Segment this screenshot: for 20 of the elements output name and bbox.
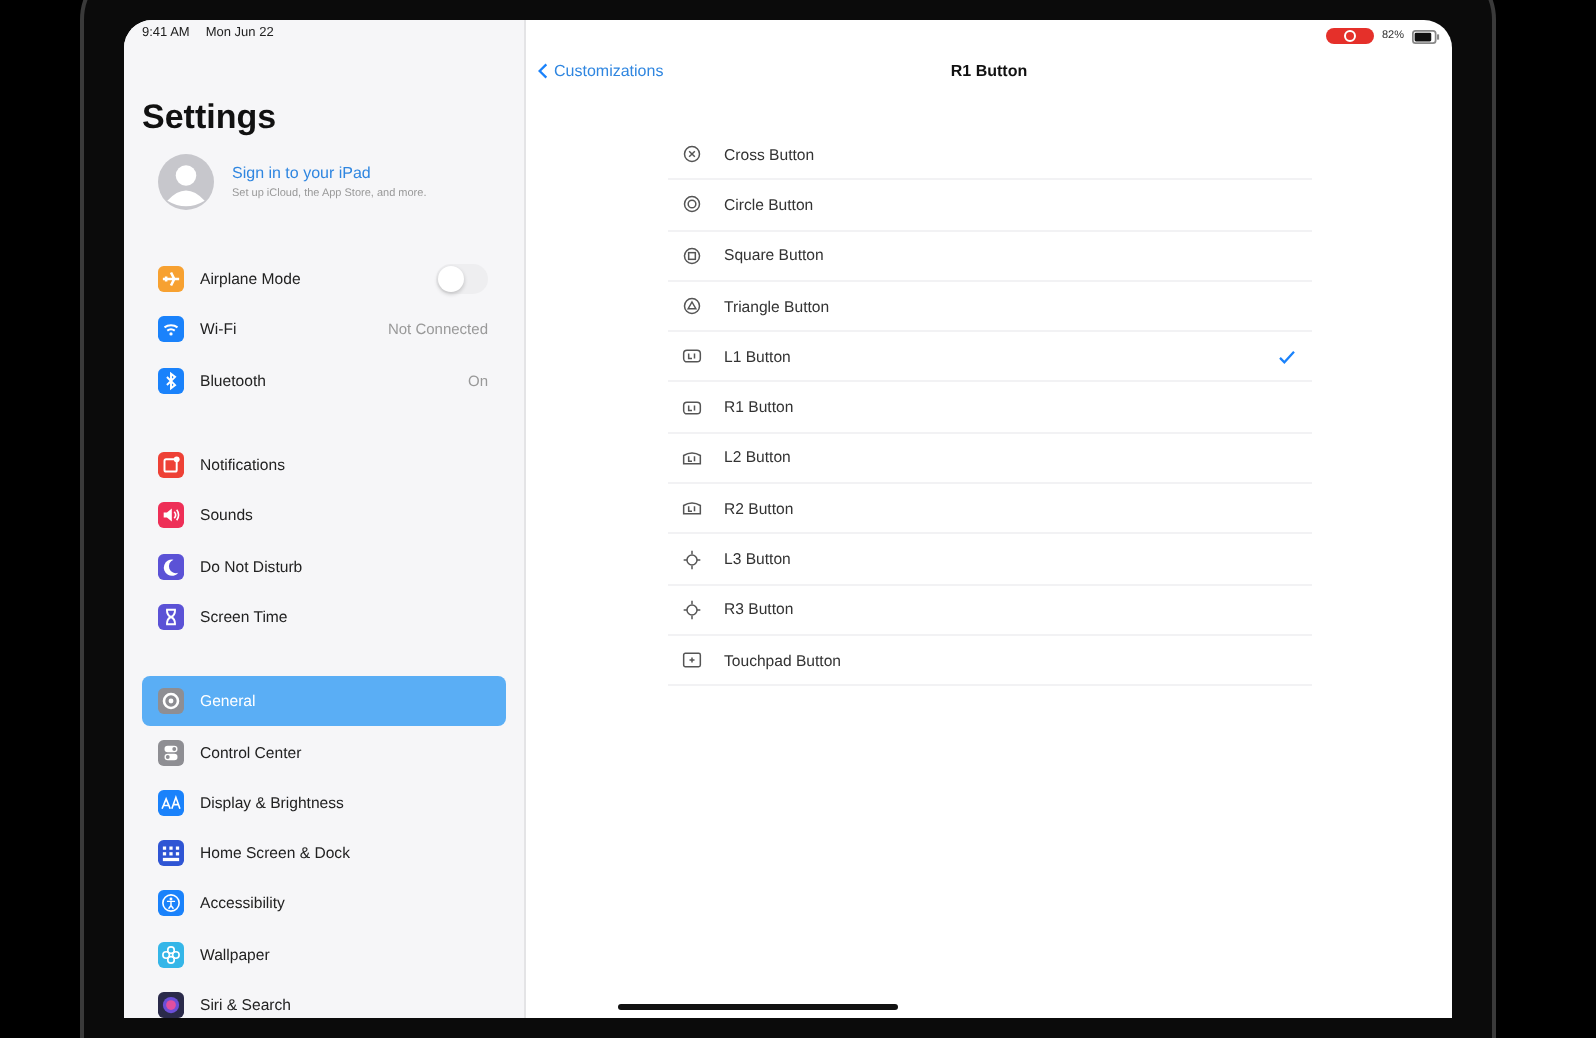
trigger-button-icon	[682, 447, 702, 468]
square-button-icon	[682, 245, 702, 266]
stick-button-icon	[682, 549, 702, 570]
bumper-button-icon	[682, 397, 702, 418]
trigger-button-icon	[682, 498, 702, 519]
airplane-mode-toggle[interactable]	[436, 264, 488, 295]
sign-in-link[interactable]: Sign in to your iPad	[232, 164, 427, 182]
back-button[interactable]: Customizations	[538, 61, 664, 79]
cross-button-icon	[682, 144, 702, 165]
battery-icon	[1412, 29, 1440, 43]
page-title: R1 Button	[950, 61, 1028, 79]
back-chevron-icon	[538, 61, 548, 79]
avatar-icon[interactable]	[158, 154, 214, 210]
circle-button-icon	[682, 194, 702, 215]
settings-title: Settings	[142, 98, 279, 138]
bumper-button-icon	[682, 346, 702, 367]
stick-button-icon	[682, 599, 702, 620]
touchpad-button-icon	[682, 650, 702, 671]
triangle-button-icon	[682, 296, 702, 317]
screen-recording-indicator	[1325, 28, 1374, 44]
